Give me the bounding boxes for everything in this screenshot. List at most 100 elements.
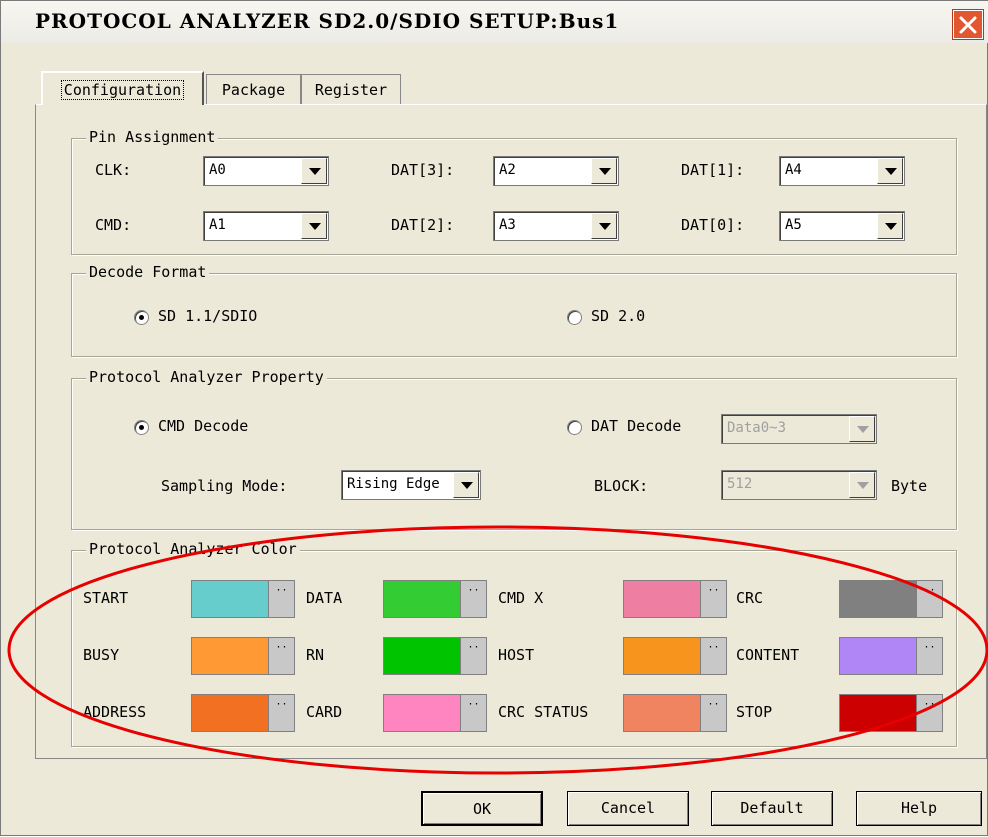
cancel-button[interactable]: Cancel xyxy=(567,791,689,826)
dat-decode-select: Data0~3 xyxy=(721,414,877,444)
help-button[interactable]: Help xyxy=(856,791,982,826)
browse-color-button[interactable]: ·· xyxy=(460,581,486,617)
browse-color-button[interactable]: ·· xyxy=(268,638,294,674)
browse-color-button[interactable]: ·· xyxy=(460,695,486,731)
pin-label-dat0: DAT[0]: xyxy=(681,216,745,234)
color-label-crc: CRC xyxy=(736,589,764,607)
browse-color-button[interactable]: ·· xyxy=(916,695,942,731)
color-swatch[interactable] xyxy=(624,581,700,617)
sd20-label[interactable]: SD 2.0 xyxy=(591,307,645,325)
dropdown-arrow-icon[interactable] xyxy=(301,158,327,184)
tab-register[interactable]: Register xyxy=(301,74,401,104)
color-picker-rn[interactable]: ·· xyxy=(383,637,487,675)
color-label-content: CONTENT xyxy=(736,646,800,664)
color-label-stop: STOP xyxy=(736,703,773,721)
block-label: BLOCK: xyxy=(594,477,649,495)
dropdown-arrow-icon[interactable] xyxy=(877,213,903,239)
pin-label-cmd: CMD: xyxy=(95,216,132,234)
color-swatch[interactable] xyxy=(840,638,916,674)
sampling-mode-label: Sampling Mode: xyxy=(161,477,288,495)
color-label-crc-status: CRC STATUS xyxy=(498,703,589,721)
color-picker-content[interactable]: ·· xyxy=(839,637,943,675)
tab-configuration[interactable]: Configuration xyxy=(41,71,204,105)
group-title: Protocol Analyzer Color xyxy=(86,540,300,558)
color-swatch[interactable] xyxy=(840,581,916,617)
color-swatch[interactable] xyxy=(624,695,700,731)
group-title: Protocol Analyzer Property xyxy=(86,368,327,386)
color-picker-busy[interactable]: ·· xyxy=(191,637,295,675)
dat2-select[interactable]: A3 xyxy=(493,211,619,241)
color-swatch[interactable] xyxy=(192,638,268,674)
browse-color-button[interactable]: ·· xyxy=(700,581,726,617)
dropdown-arrow-icon xyxy=(849,416,875,442)
browse-color-button[interactable]: ·· xyxy=(700,695,726,731)
color-label-address: ADDRESS xyxy=(83,703,147,721)
color-label-cmd-x: CMD X xyxy=(498,589,544,607)
dropdown-arrow-icon[interactable] xyxy=(877,158,903,184)
pin-label-dat2: DAT[2]: xyxy=(391,216,455,234)
browse-color-button[interactable]: ·· xyxy=(916,581,942,617)
dat-decode-radio[interactable] xyxy=(567,420,582,435)
color-picker-crc-status[interactable]: ·· xyxy=(623,694,727,732)
sd11-label[interactable]: SD 1.1/SDIO xyxy=(158,307,257,325)
color-label-rn: RN xyxy=(306,646,325,664)
color-label-card: CARD xyxy=(306,703,343,721)
dat3-select[interactable]: A2 xyxy=(493,156,619,186)
color-swatch[interactable] xyxy=(192,695,268,731)
dat1-select[interactable]: A4 xyxy=(779,156,905,186)
dropdown-arrow-icon xyxy=(849,472,875,498)
clk-select[interactable]: A0 xyxy=(203,156,329,186)
sd20-radio[interactable] xyxy=(567,310,582,325)
dropdown-arrow-icon[interactable] xyxy=(301,213,327,239)
color-swatch[interactable] xyxy=(624,638,700,674)
sd11-radio[interactable] xyxy=(134,310,149,325)
block-unit: Byte xyxy=(891,477,928,495)
browse-color-button[interactable]: ·· xyxy=(700,638,726,674)
color-swatch[interactable] xyxy=(384,581,460,617)
title-bar[interactable]: PROTOCOL ANALYZER SD2.0/SDIO SETUP:Bus1 xyxy=(1,1,988,43)
block-select: 512 xyxy=(721,470,877,500)
color-label-data: DATA xyxy=(306,589,343,607)
sampling-mode-select[interactable]: Rising Edge xyxy=(341,470,481,500)
color-label-busy: BUSY xyxy=(83,646,120,664)
color-picker-data[interactable]: ·· xyxy=(383,580,487,618)
browse-color-button[interactable]: ·· xyxy=(268,695,294,731)
dropdown-arrow-icon[interactable] xyxy=(591,213,617,239)
color-label-host: HOST xyxy=(498,646,535,664)
color-picker-card[interactable]: ·· xyxy=(383,694,487,732)
browse-color-button[interactable]: ·· xyxy=(916,638,942,674)
color-picker-cmd-x[interactable]: ·· xyxy=(623,580,727,618)
window-title: PROTOCOL ANALYZER SD2.0/SDIO SETUP:Bus1 xyxy=(35,9,620,33)
cmd-decode-radio[interactable] xyxy=(134,420,149,435)
color-label-start: START xyxy=(83,589,129,607)
color-swatch[interactable] xyxy=(384,695,460,731)
color-picker-address[interactable]: ·· xyxy=(191,694,295,732)
setup-dialog: PROTOCOL ANALYZER SD2.0/SDIO SETUP:Bus1 … xyxy=(0,0,988,836)
color-picker-crc[interactable]: ·· xyxy=(839,580,943,618)
group-title: Decode Format xyxy=(86,263,210,281)
cmd-decode-label[interactable]: CMD Decode xyxy=(158,417,248,435)
pin-label-dat1: DAT[1]: xyxy=(681,161,745,179)
property-group: Protocol Analyzer Property xyxy=(71,368,957,530)
pin-label-clk: CLK: xyxy=(95,161,132,179)
browse-color-button[interactable]: ·· xyxy=(460,638,486,674)
tab-package[interactable]: Package xyxy=(206,74,301,104)
close-button[interactable] xyxy=(953,10,983,39)
color-picker-start[interactable]: ·· xyxy=(191,580,295,618)
dat-decode-label[interactable]: DAT Decode xyxy=(591,417,681,435)
default-button[interactable]: Default xyxy=(711,791,833,826)
ok-button[interactable]: OK xyxy=(421,791,543,826)
color-swatch[interactable] xyxy=(840,695,916,731)
dropdown-arrow-icon[interactable] xyxy=(591,158,617,184)
color-swatch[interactable] xyxy=(384,638,460,674)
color-picker-host[interactable]: ·· xyxy=(623,637,727,675)
close-icon xyxy=(959,16,977,34)
browse-color-button[interactable]: ·· xyxy=(268,581,294,617)
color-picker-stop[interactable]: ·· xyxy=(839,694,943,732)
dat0-select[interactable]: A5 xyxy=(779,211,905,241)
group-title: Pin Assignment xyxy=(86,128,219,146)
cmd-select[interactable]: A1 xyxy=(203,211,329,241)
pin-label-dat3: DAT[3]: xyxy=(391,161,455,179)
dropdown-arrow-icon[interactable] xyxy=(453,472,479,498)
color-swatch[interactable] xyxy=(192,581,268,617)
